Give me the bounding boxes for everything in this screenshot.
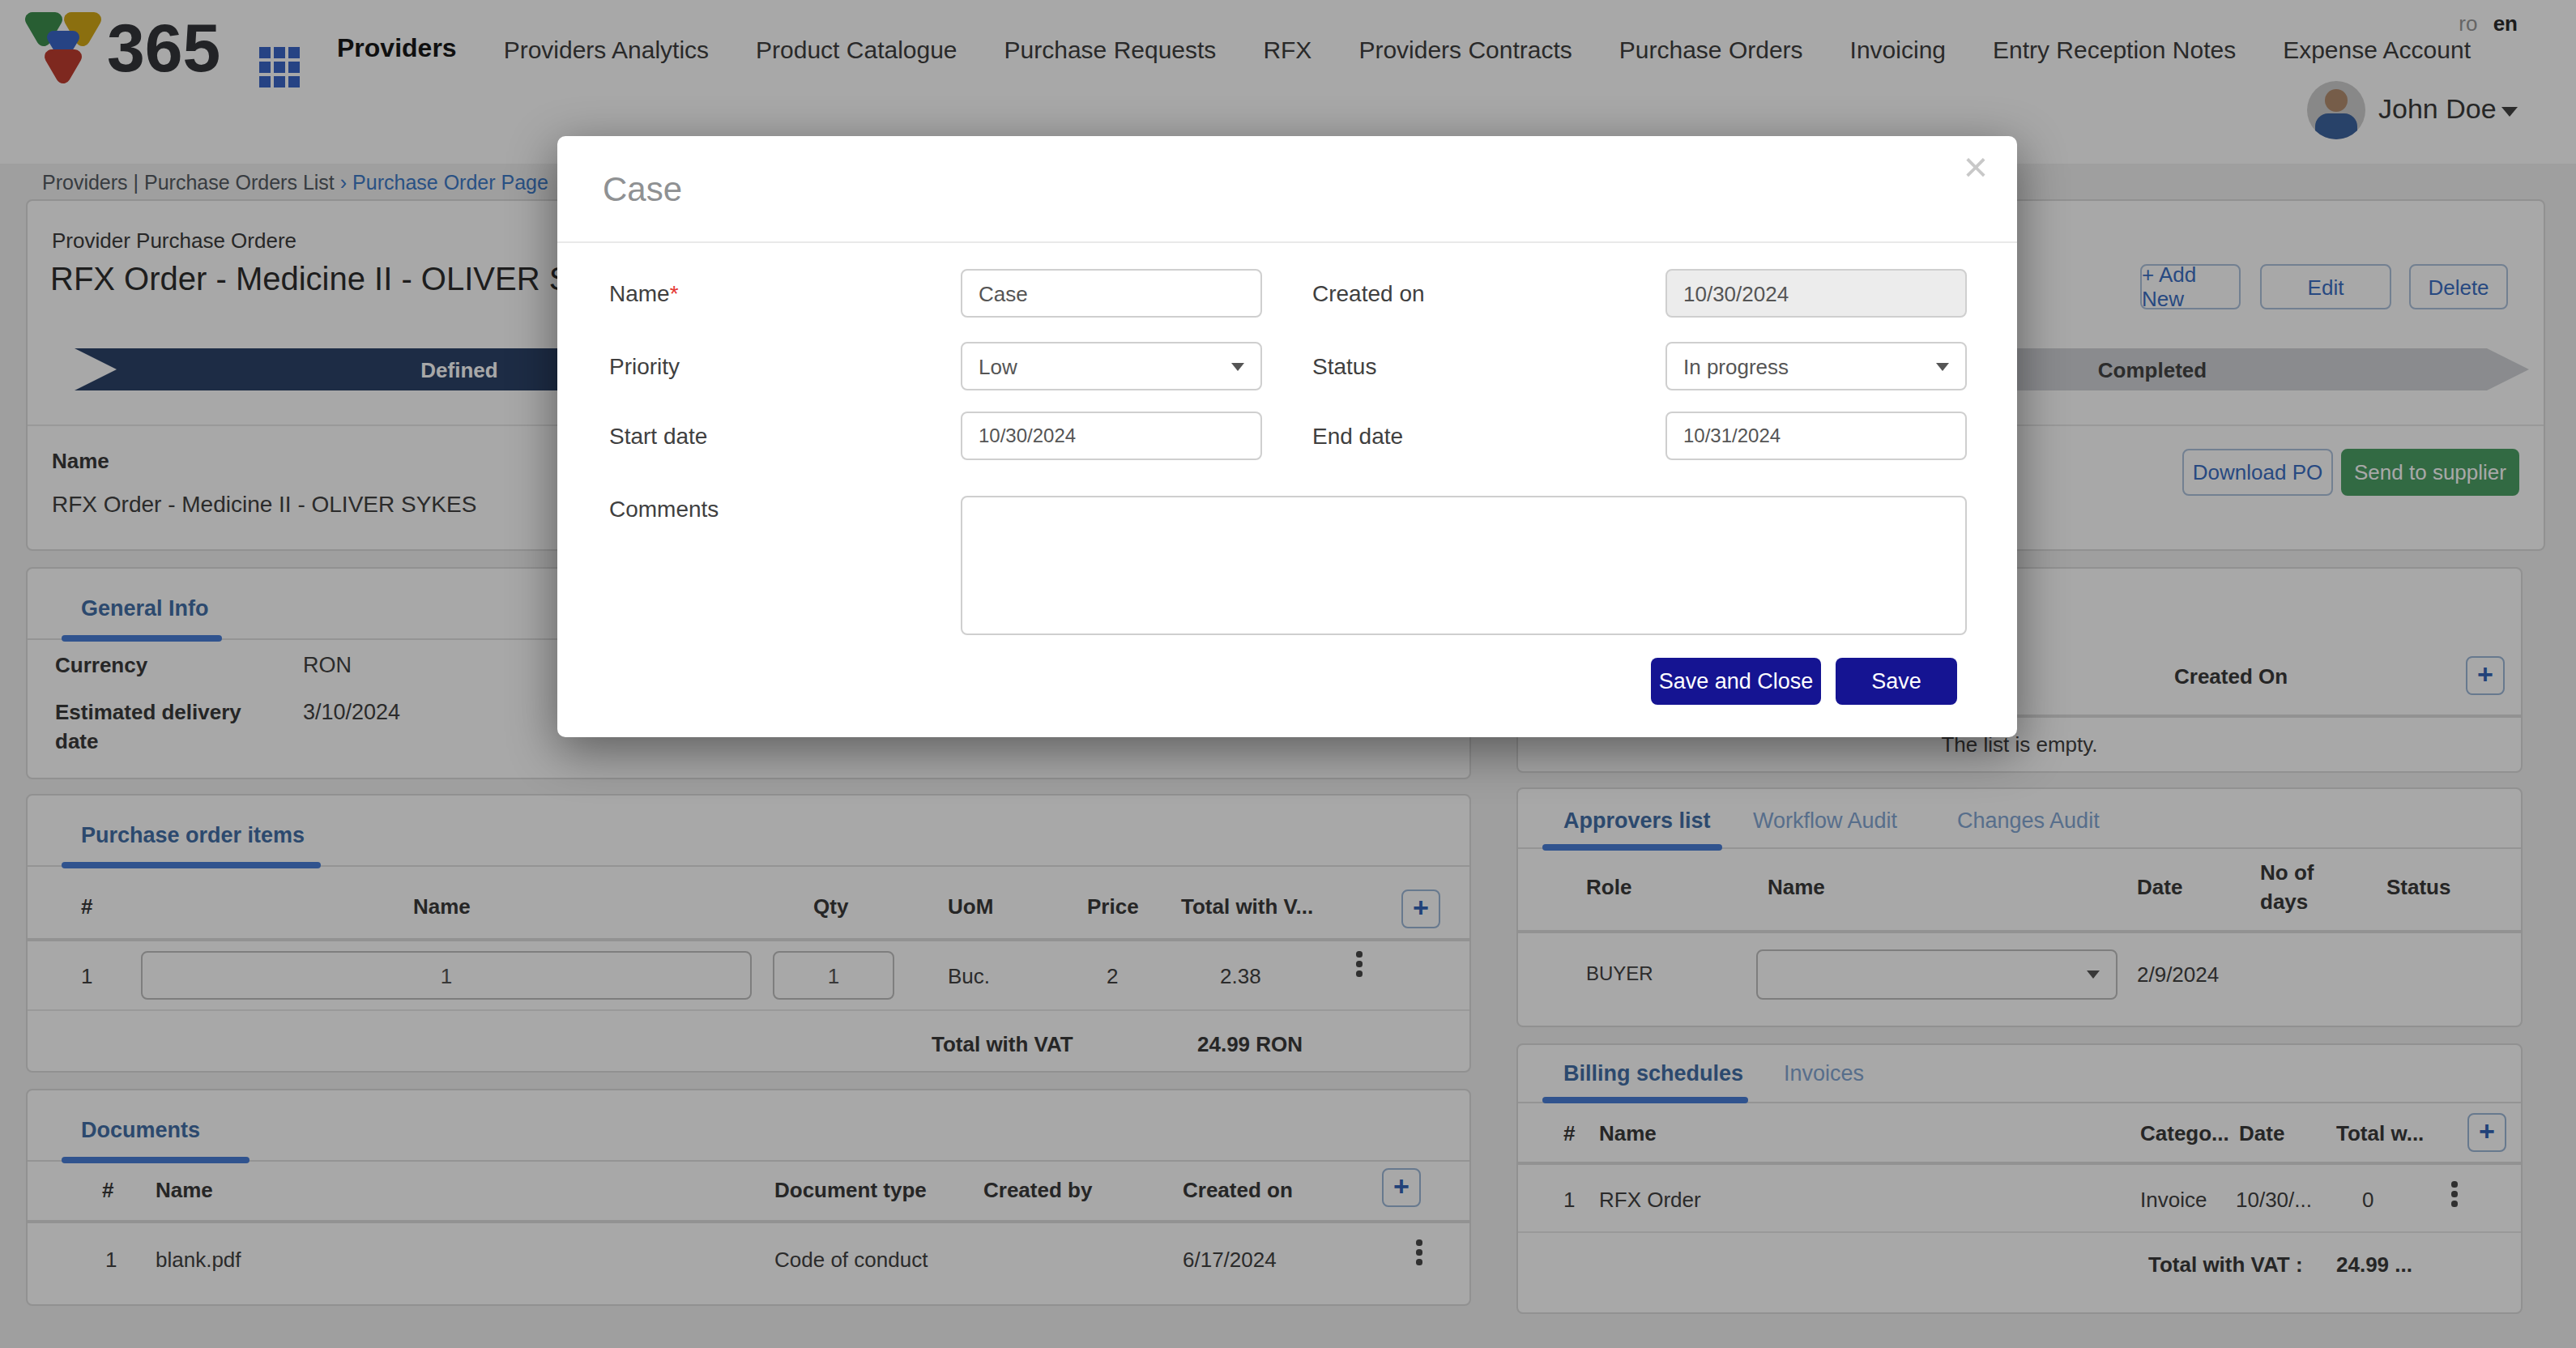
case-comments-label: Comments: [609, 496, 719, 522]
save-button[interactable]: Save: [1836, 658, 1957, 705]
case-status-label: Status: [1312, 353, 1376, 379]
case-created-label: Created on: [1312, 280, 1425, 306]
case-priority-select[interactable]: Low: [961, 342, 1262, 390]
case-start-label: Start date: [609, 423, 707, 449]
case-comments-textarea[interactable]: [961, 496, 1967, 635]
case-name-label: Name*: [609, 280, 679, 306]
case-end-input[interactable]: 10/31/2024: [1665, 412, 1967, 460]
case-created-input: 10/30/2024: [1665, 269, 1967, 318]
case-modal: Case × Name* Case Created on 10/30/2024 …: [557, 136, 2017, 737]
case-priority-label: Priority: [609, 353, 680, 379]
modal-close-icon[interactable]: ×: [1964, 143, 1988, 193]
save-and-close-button[interactable]: Save and Close: [1651, 658, 1821, 705]
case-end-label: End date: [1312, 423, 1403, 449]
case-status-select[interactable]: In progress: [1665, 342, 1967, 390]
case-name-input[interactable]: Case: [961, 269, 1262, 318]
case-start-input[interactable]: 10/30/2024: [961, 412, 1262, 460]
modal-title: Case: [603, 170, 682, 209]
